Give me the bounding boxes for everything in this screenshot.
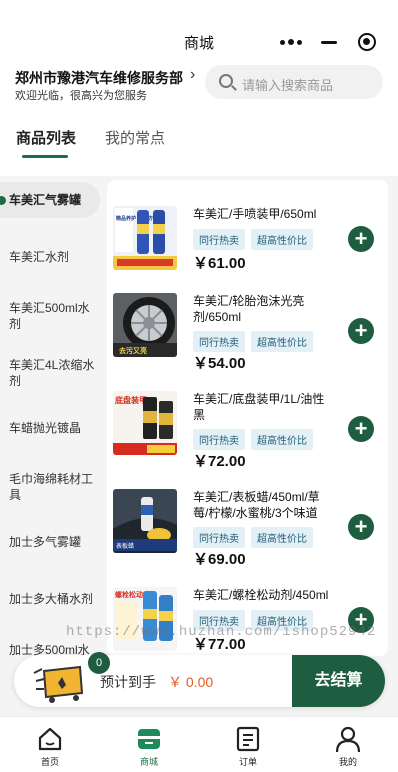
- thumb-text: 精品养护 深度防锈: [116, 215, 157, 222]
- tag-hot-seller: 同行热卖: [193, 429, 245, 450]
- home-icon: [38, 727, 62, 751]
- add-to-cart-button[interactable]: +: [348, 416, 374, 442]
- app-screen: 商城 郑州市豫港汽车维修服务部 › 欢迎光临，很高兴为您服务 请输入搜索商品 商…: [0, 0, 398, 772]
- category-label: 车蜡抛光镀晶: [9, 421, 82, 435]
- tag-hot-seller: 同行热卖: [193, 331, 245, 352]
- watermark-text: https://www.huzhan.com/ishop52942: [66, 624, 377, 640]
- product-price: ￥72.00: [193, 453, 246, 470]
- add-to-cart-button[interactable]: +: [348, 514, 374, 540]
- product-item[interactable]: 表板蜡 车美汇/表板蜡/450ml/草莓/柠檬/水蜜桃/3个味道 同行热卖 超高…: [107, 489, 388, 585]
- search-icon: [219, 74, 233, 88]
- category-item[interactable]: 加士多大桶水剂: [9, 591, 101, 607]
- product-item[interactable]: 底盘装甲 车美汇/底盘装甲/1L/油性黑 同行热卖 超高性价比 ￥72.00 +: [107, 391, 388, 487]
- store-header: 郑州市豫港汽车维修服务部 › 欢迎光临，很高兴为您服务 请输入搜索商品: [0, 62, 398, 110]
- thumb-text: 去污又亮: [119, 346, 147, 355]
- category-label: 加士多大桶水剂: [9, 592, 94, 606]
- bottom-nav: 首页 商城 订单 我的: [0, 716, 398, 772]
- product-name: 车美汇/表板蜡/450ml/草莓/柠檬/水蜜桃/3个味道: [193, 490, 320, 520]
- category-label: 车美汇水剂: [9, 250, 70, 264]
- product-tags: 同行热卖 超高性价比: [193, 331, 313, 352]
- cart-icon[interactable]: [32, 663, 88, 703]
- thumb-text: 底盘装甲: [114, 395, 147, 405]
- order-icon: [236, 726, 260, 752]
- mini-program-capsule: [272, 27, 386, 57]
- category-item[interactable]: 车美汇500ml水剂: [9, 300, 101, 332]
- tag-value: 超高性价比: [251, 527, 313, 548]
- product-name: 车美汇/螺栓松动剂/450ml: [193, 588, 329, 602]
- tag-value: 超高性价比: [251, 429, 313, 450]
- product-price: ￥54.00: [193, 355, 246, 372]
- tag-value: 超高性价比: [251, 229, 313, 250]
- cart-bar: 0 预计到手 ￥ 0.00 去结算: [14, 652, 385, 707]
- product-image[interactable]: 去污又亮: [113, 293, 177, 357]
- nav-profile[interactable]: 我的: [318, 725, 378, 768]
- product-price: ￥61.00: [193, 255, 246, 272]
- product-image[interactable]: 表板蜡: [113, 489, 177, 553]
- product-item[interactable]: 螺栓松动剂 车美汇/螺栓松动剂/450ml 同行热卖 超高性价比 ￥77.00 …: [107, 587, 388, 656]
- category-label: 车美汇气雾罐: [9, 193, 82, 207]
- product-price: ￥69.00: [193, 551, 246, 568]
- tab-product-list[interactable]: 商品列表: [16, 127, 76, 148]
- product-tags: 同行热卖 超高性价比: [193, 229, 313, 250]
- nav-label: 商城: [139, 757, 158, 767]
- category-sidebar: 车美汇气雾罐 车美汇水剂 车美汇500ml水剂 车美汇4L浓缩水剂 车蜡抛光镀晶…: [0, 176, 104, 656]
- category-label: 毛巾海绵耗材工具: [9, 472, 94, 502]
- category-item[interactable]: 加士多500ml水: [9, 642, 101, 656]
- product-tags: 同行热卖 超高性价比: [193, 429, 313, 450]
- product-list: 精品养护 深度防锈 车美汇/手喷装甲/650ml 同行热卖 超高性价比 ￥61.…: [107, 180, 388, 656]
- product-image[interactable]: 螺栓松动剂: [113, 587, 177, 651]
- cart-total: ￥ 0.00: [168, 674, 214, 690]
- tab-active-indicator: [22, 155, 68, 158]
- search-placeholder: 请输入搜索商品: [242, 78, 334, 93]
- nav-label: 首页: [40, 757, 59, 767]
- search-input[interactable]: 请输入搜索商品: [205, 65, 383, 99]
- tag-value: 超高性价比: [251, 331, 313, 352]
- store-icon: [138, 729, 160, 749]
- add-to-cart-button[interactable]: +: [348, 226, 374, 252]
- product-tags: 同行热卖 超高性价比: [193, 527, 313, 548]
- title-bar: 商城: [0, 0, 398, 62]
- product-image[interactable]: 底盘装甲: [113, 391, 177, 455]
- category-item[interactable]: 车美汇4L浓缩水剂: [9, 357, 101, 389]
- thumb-text: 表板蜡: [116, 542, 134, 550]
- product-name: 车美汇/轮胎泡沫光亮剂/650ml: [193, 294, 305, 324]
- product-name: 车美汇/底盘装甲/1L/油性黑: [193, 392, 325, 422]
- category-label: 车美汇500ml水剂: [9, 301, 90, 331]
- store-welcome: 欢迎光临，很高兴为您服务: [15, 90, 147, 102]
- product-image[interactable]: 精品养护 深度防锈: [113, 206, 177, 270]
- chevron-right-icon[interactable]: ›: [190, 66, 195, 84]
- tag-hot-seller: 同行热卖: [193, 229, 245, 250]
- store-name[interactable]: 郑州市豫港汽车维修服务部: [15, 68, 183, 88]
- category-item[interactable]: 车美汇水剂: [9, 249, 101, 265]
- product-item[interactable]: 去污又亮 车美汇/轮胎泡沫光亮剂/650ml 同行热卖 超高性价比 ￥54.00…: [107, 293, 388, 389]
- product-name: 车美汇/手喷装甲/650ml: [193, 207, 317, 221]
- category-label: 加士多气雾罐: [9, 535, 82, 549]
- category-label: 车美汇4L浓缩水剂: [9, 358, 95, 388]
- user-icon: [335, 726, 361, 753]
- more-menu-icon[interactable]: [272, 27, 310, 57]
- category-item[interactable]: 毛巾海绵耗材工具: [9, 471, 101, 503]
- tab-my-frequent[interactable]: 我的常点: [105, 127, 165, 148]
- cart-estimate-label: 预计到手: [100, 674, 156, 690]
- category-item[interactable]: 车蜡抛光镀晶: [9, 420, 101, 436]
- cart-count-badge: 0: [88, 652, 110, 674]
- category-item[interactable]: 加士多气雾罐: [9, 534, 101, 550]
- active-dot-icon: [0, 196, 6, 205]
- tab-bar: 商品列表 我的常点: [0, 110, 398, 176]
- product-item[interactable]: 精品养护 深度防锈 车美汇/手喷装甲/650ml 同行热卖 超高性价比 ￥61.…: [107, 206, 388, 302]
- tag-hot-seller: 同行热卖: [193, 527, 245, 548]
- nav-label: 订单: [238, 757, 257, 767]
- close-target-icon[interactable]: [348, 27, 386, 57]
- minimize-icon[interactable]: [310, 27, 348, 57]
- nav-orders[interactable]: 订单: [218, 725, 278, 768]
- add-to-cart-button[interactable]: +: [348, 318, 374, 344]
- category-item[interactable]: 车美汇气雾罐: [0, 182, 100, 218]
- nav-home[interactable]: 首页: [20, 725, 80, 768]
- checkout-button[interactable]: 去结算: [292, 655, 385, 707]
- nav-store[interactable]: 商城: [119, 725, 179, 768]
- nav-label: 我的: [338, 757, 357, 767]
